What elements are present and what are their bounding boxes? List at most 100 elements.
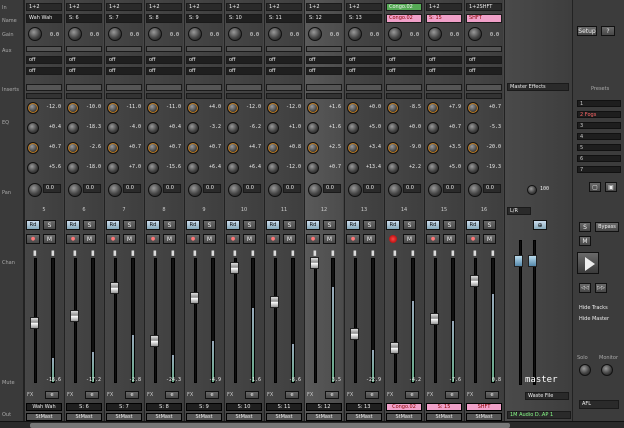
gain-knob[interactable]	[68, 27, 82, 41]
pan-knob[interactable]	[308, 183, 322, 197]
solo-button[interactable]: S	[43, 220, 56, 230]
channel-name-footer[interactable]: S: 11	[266, 403, 302, 411]
eq-band-knob[interactable]	[347, 122, 359, 134]
mute-button[interactable]: M	[403, 234, 416, 244]
input-select[interactable]: 1+2	[266, 3, 302, 11]
inserts-slot[interactable]	[266, 84, 302, 91]
solo-button[interactable]: S	[243, 220, 256, 230]
volume-fader[interactable]	[270, 296, 279, 308]
output-select[interactable]: StMast	[346, 413, 382, 421]
record-arm-button[interactable]: ●	[186, 234, 200, 244]
eq-band-knob[interactable]	[107, 162, 119, 174]
input-select[interactable]: 1+2	[106, 3, 142, 11]
volume-fader[interactable]	[470, 275, 479, 287]
volume-fader[interactable]	[390, 342, 399, 355]
help-button[interactable]: ?	[601, 26, 615, 36]
eq-band-knob[interactable]	[187, 142, 199, 154]
eq-band-knob[interactable]	[267, 142, 279, 154]
eq-band-knob[interactable]	[67, 142, 79, 154]
eq-slot[interactable]	[386, 93, 422, 99]
record-arm-button[interactable]: ●	[226, 234, 240, 244]
master-fader-left[interactable]	[514, 255, 523, 267]
record-arm-button[interactable]: ●	[106, 234, 120, 244]
nav-right-button[interactable]: ▷▷	[595, 283, 607, 293]
edit-button[interactable]: e	[125, 391, 139, 399]
pan-knob[interactable]	[68, 183, 82, 197]
edit-button[interactable]: e	[365, 391, 379, 399]
snapshot-slot[interactable]: 7	[577, 166, 621, 173]
pan-knob[interactable]	[28, 183, 42, 197]
eq-slot[interactable]	[306, 93, 342, 99]
aux-send-2[interactable]: off	[466, 67, 502, 75]
eq-band-knob[interactable]	[387, 142, 399, 154]
aux-send-1[interactable]: off	[186, 56, 222, 64]
mute-button[interactable]: M	[123, 234, 136, 244]
eq-band-knob[interactable]	[427, 102, 439, 114]
output-select[interactable]: StMast	[266, 413, 302, 421]
input-select[interactable]: 1+2	[186, 3, 222, 11]
channel-name-footer[interactable]: S: 7	[106, 403, 142, 411]
aux-send-1[interactable]: off	[106, 56, 142, 64]
eq-slot[interactable]	[106, 93, 142, 99]
mute-button[interactable]: M	[483, 234, 496, 244]
nav-left-button[interactable]: ◁◁	[579, 283, 591, 293]
volume-fader[interactable]	[30, 317, 39, 329]
hide-master-option[interactable]: Hide Master	[577, 316, 621, 324]
eq-band-knob[interactable]	[387, 102, 399, 114]
record-arm-button[interactable]: ●	[426, 234, 440, 244]
m-button-right[interactable]: M	[579, 236, 591, 246]
eq-band-knob[interactable]	[107, 142, 119, 154]
volume-fader[interactable]	[350, 328, 359, 341]
pan-knob[interactable]	[148, 183, 162, 197]
edit-button[interactable]: e	[165, 391, 179, 399]
edit-button[interactable]: e	[85, 391, 99, 399]
pan-knob[interactable]	[228, 183, 242, 197]
eq-band-knob[interactable]	[427, 162, 439, 174]
master-link-button[interactable]: ⊕	[533, 220, 547, 230]
channel-name[interactable]: S: 12	[306, 14, 342, 23]
read-button[interactable]: Rd	[186, 220, 200, 230]
aux-send-1[interactable]: off	[146, 56, 182, 64]
eq-slot[interactable]	[466, 93, 502, 99]
solo-button[interactable]: S	[283, 220, 296, 230]
input-select[interactable]: 1+2	[346, 3, 382, 11]
eq-band-knob[interactable]	[347, 102, 359, 114]
eq-band-knob[interactable]	[27, 142, 39, 154]
channel-name[interactable]: S: 13	[346, 14, 382, 23]
aux-send-1[interactable]: off	[426, 56, 462, 64]
input-select[interactable]: Congo.02	[386, 3, 422, 11]
eq-band-knob[interactable]	[347, 142, 359, 154]
pan-knob[interactable]	[348, 183, 362, 197]
inserts-slot[interactable]	[306, 84, 342, 91]
gain-knob[interactable]	[468, 27, 482, 41]
pan-knob[interactable]	[468, 183, 482, 197]
channel-name-footer[interactable]: S: 8	[146, 403, 182, 411]
snapshot-slot[interactable]: 2 Fogs	[577, 111, 621, 118]
eq-band-knob[interactable]	[67, 162, 79, 174]
gain-knob[interactable]	[388, 27, 402, 41]
eq-slot[interactable]	[146, 93, 182, 99]
aux-send-1[interactable]: off	[26, 56, 62, 64]
snapshot-slot[interactable]: 5	[577, 144, 621, 151]
edit-button[interactable]: e	[445, 391, 459, 399]
read-button[interactable]: Rd	[266, 220, 280, 230]
s-button-right[interactable]: S	[579, 222, 591, 232]
read-button[interactable]: Rd	[306, 220, 320, 230]
eq-band-knob[interactable]	[387, 122, 399, 134]
pan-knob[interactable]	[188, 183, 202, 197]
eq-slot[interactable]	[346, 93, 382, 99]
output-select[interactable]: StMast	[386, 413, 422, 421]
eq-band-knob[interactable]	[467, 102, 479, 114]
inserts-slot[interactable]	[106, 84, 142, 91]
mute-button[interactable]: M	[43, 234, 56, 244]
channel-name[interactable]: S: 9	[186, 14, 222, 23]
mute-button[interactable]: M	[363, 234, 376, 244]
solo-button[interactable]: S	[323, 220, 336, 230]
output-select[interactable]: StMast	[226, 413, 262, 421]
aux-send-2[interactable]: off	[146, 67, 182, 75]
gain-knob[interactable]	[148, 27, 162, 41]
eq-band-knob[interactable]	[107, 122, 119, 134]
eq-band-knob[interactable]	[147, 142, 159, 154]
eq-band-knob[interactable]	[187, 162, 199, 174]
edit-button[interactable]: e	[285, 391, 299, 399]
